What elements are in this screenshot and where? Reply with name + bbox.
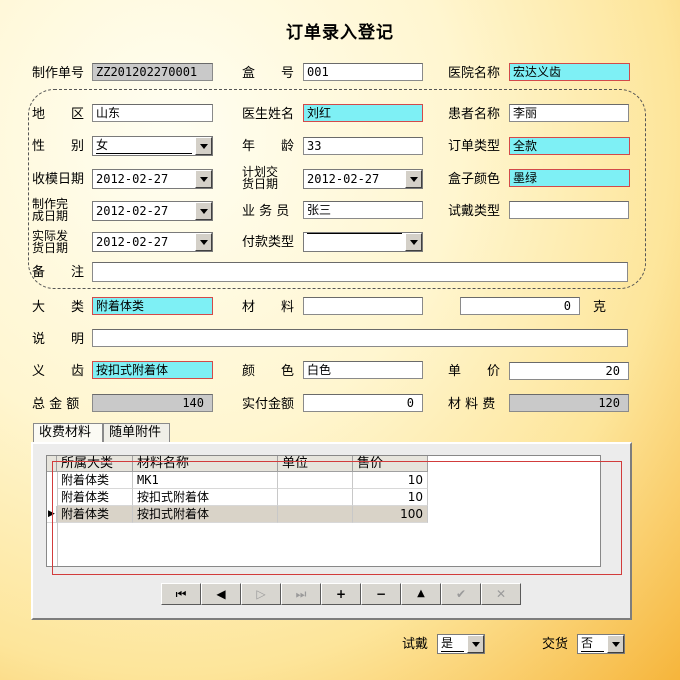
order-no-label: 制作单号 — [32, 66, 85, 81]
gram-unit-label: 克 — [593, 300, 607, 315]
finish-date-picker[interactable]: 2012-02-27 — [92, 201, 213, 221]
chevron-down-icon[interactable] — [467, 635, 484, 653]
color-field[interactable]: 白色 — [303, 361, 423, 379]
delivery-label: 交货 — [542, 637, 569, 652]
payment-type-select[interactable] — [303, 232, 423, 252]
first-record-icon: ⏮ — [175, 587, 187, 601]
tab-charge-materials[interactable]: 收费材料 — [33, 423, 103, 443]
nav-insert-button[interactable]: + — [321, 583, 361, 605]
nav-next-button[interactable]: ▷ — [241, 583, 281, 605]
age-field[interactable]: 33 — [303, 137, 423, 155]
box-color-field[interactable]: 墨绿 — [509, 169, 630, 187]
description-label: 说 明 — [32, 332, 85, 347]
payment-type-label: 付款类型 — [242, 235, 295, 250]
caret-up-icon: ▲ — [417, 588, 425, 599]
plus-icon: + — [335, 587, 347, 601]
gender-label: 性 别 — [32, 139, 85, 154]
grid-highlight-frame — [52, 461, 622, 575]
category-field[interactable]: 附着体类 — [92, 297, 213, 315]
region-label: 地 区 — [32, 107, 85, 122]
description-field[interactable] — [92, 329, 628, 347]
total-field: 140 — [92, 394, 213, 412]
paid-field[interactable]: 0 — [303, 394, 423, 412]
material-fee-field: 120 — [509, 394, 629, 412]
order-type-label: 订单类型 — [448, 139, 501, 154]
receive-date-picker[interactable]: 2012-02-27 — [92, 169, 213, 189]
unit-price-field[interactable]: 20 — [509, 362, 629, 380]
nav-post-button[interactable]: ✔ — [441, 583, 481, 605]
tab-attachments[interactable]: 随单附件 — [103, 423, 170, 443]
last-record-icon: ⏭ — [295, 587, 307, 601]
doctor-label: 医生姓名 — [242, 107, 295, 122]
plan-date-picker[interactable]: 2012-02-27 — [303, 169, 423, 189]
hospital-field[interactable]: 宏达义齿 — [509, 63, 630, 81]
trial-value: 是 — [441, 635, 464, 652]
material-label: 材 料 — [242, 300, 295, 315]
category-label: 大 类 — [32, 300, 85, 315]
chevron-down-icon[interactable] — [195, 137, 212, 155]
ship-date-value: 2012-02-27 — [96, 235, 169, 249]
nav-delete-button[interactable]: − — [361, 583, 401, 605]
check-icon: ✔ — [455, 587, 467, 601]
doctor-field[interactable]: 刘红 — [303, 104, 423, 122]
receive-date-label: 收模日期 — [32, 172, 85, 187]
finish-date-value: 2012-02-27 — [96, 204, 169, 218]
next-record-icon: ▷ — [256, 587, 266, 601]
remark-label: 备 注 — [32, 265, 85, 280]
trial-label: 试戴 — [402, 637, 429, 652]
salesman-field[interactable]: 张三 — [303, 201, 423, 219]
prior-record-icon: ◀ — [216, 587, 226, 601]
trial-type-field[interactable] — [509, 201, 629, 219]
receive-date-value: 2012-02-27 — [96, 172, 169, 186]
nav-cancel-button[interactable]: ✕ — [481, 583, 521, 605]
chevron-down-icon[interactable] — [195, 202, 212, 220]
remark-field[interactable] — [92, 262, 628, 282]
box-no-label: 盒 号 — [242, 66, 295, 81]
close-icon: ✕ — [495, 587, 507, 601]
order-no-field[interactable]: ZZ201202270001 — [92, 63, 213, 81]
salesman-label: 业 务 员 — [242, 204, 290, 219]
nav-last-button[interactable]: ⏭ — [281, 583, 321, 605]
color-label: 颜 色 — [242, 364, 295, 379]
region-field[interactable]: 山东 — [92, 104, 213, 122]
delivery-select[interactable]: 否 — [577, 634, 625, 654]
chevron-down-icon[interactable] — [195, 233, 212, 251]
gender-select[interactable]: 女 — [92, 136, 213, 156]
minus-icon: − — [375, 587, 387, 601]
payment-type-value — [307, 233, 402, 234]
gender-value: 女 — [96, 137, 192, 154]
box-no-field[interactable]: 001 — [303, 63, 423, 81]
chevron-down-icon[interactable] — [607, 635, 624, 653]
chevron-down-icon[interactable] — [405, 233, 422, 251]
chevron-down-icon[interactable] — [195, 170, 212, 188]
order-entry-window: 订单录入登记 制作单号 ZZ201202270001 盒 号 001 医院名称 … — [0, 0, 680, 680]
paid-label: 实付金额 — [242, 397, 295, 412]
age-label: 年 龄 — [242, 139, 295, 154]
chevron-down-icon[interactable] — [405, 170, 422, 188]
total-label: 总 金 额 — [32, 397, 80, 412]
box-color-label: 盒子颜色 — [448, 172, 501, 187]
patient-label: 患者名称 — [448, 107, 501, 122]
finish-date-label: 制作完成日期 — [32, 197, 69, 223]
gram-field[interactable]: 0 — [460, 297, 580, 315]
tooth-label: 义 齿 — [32, 364, 85, 379]
ship-date-label: 实际发货日期 — [32, 229, 69, 255]
tooth-field[interactable]: 按扣式附着体 — [92, 361, 213, 379]
page-title: 订单录入登记 — [286, 23, 394, 43]
unit-price-label: 单 价 — [448, 364, 501, 379]
hospital-label: 医院名称 — [448, 66, 501, 81]
material-field[interactable] — [303, 297, 423, 315]
order-type-field[interactable]: 全款 — [509, 137, 630, 155]
trial-select[interactable]: 是 — [437, 634, 485, 654]
plan-date-label: 计划交货日期 — [242, 165, 279, 191]
nav-edit-button[interactable]: ▲ — [401, 583, 441, 605]
ship-date-picker[interactable]: 2012-02-27 — [92, 232, 213, 252]
nav-first-button[interactable]: ⏮ — [161, 583, 201, 605]
material-fee-label: 材 料 费 — [448, 397, 496, 412]
plan-date-value: 2012-02-27 — [307, 172, 380, 186]
trial-type-label: 试戴类型 — [448, 204, 501, 219]
delivery-value: 否 — [581, 635, 604, 652]
patient-field[interactable]: 李丽 — [509, 104, 629, 122]
nav-prior-button[interactable]: ◀ — [201, 583, 241, 605]
